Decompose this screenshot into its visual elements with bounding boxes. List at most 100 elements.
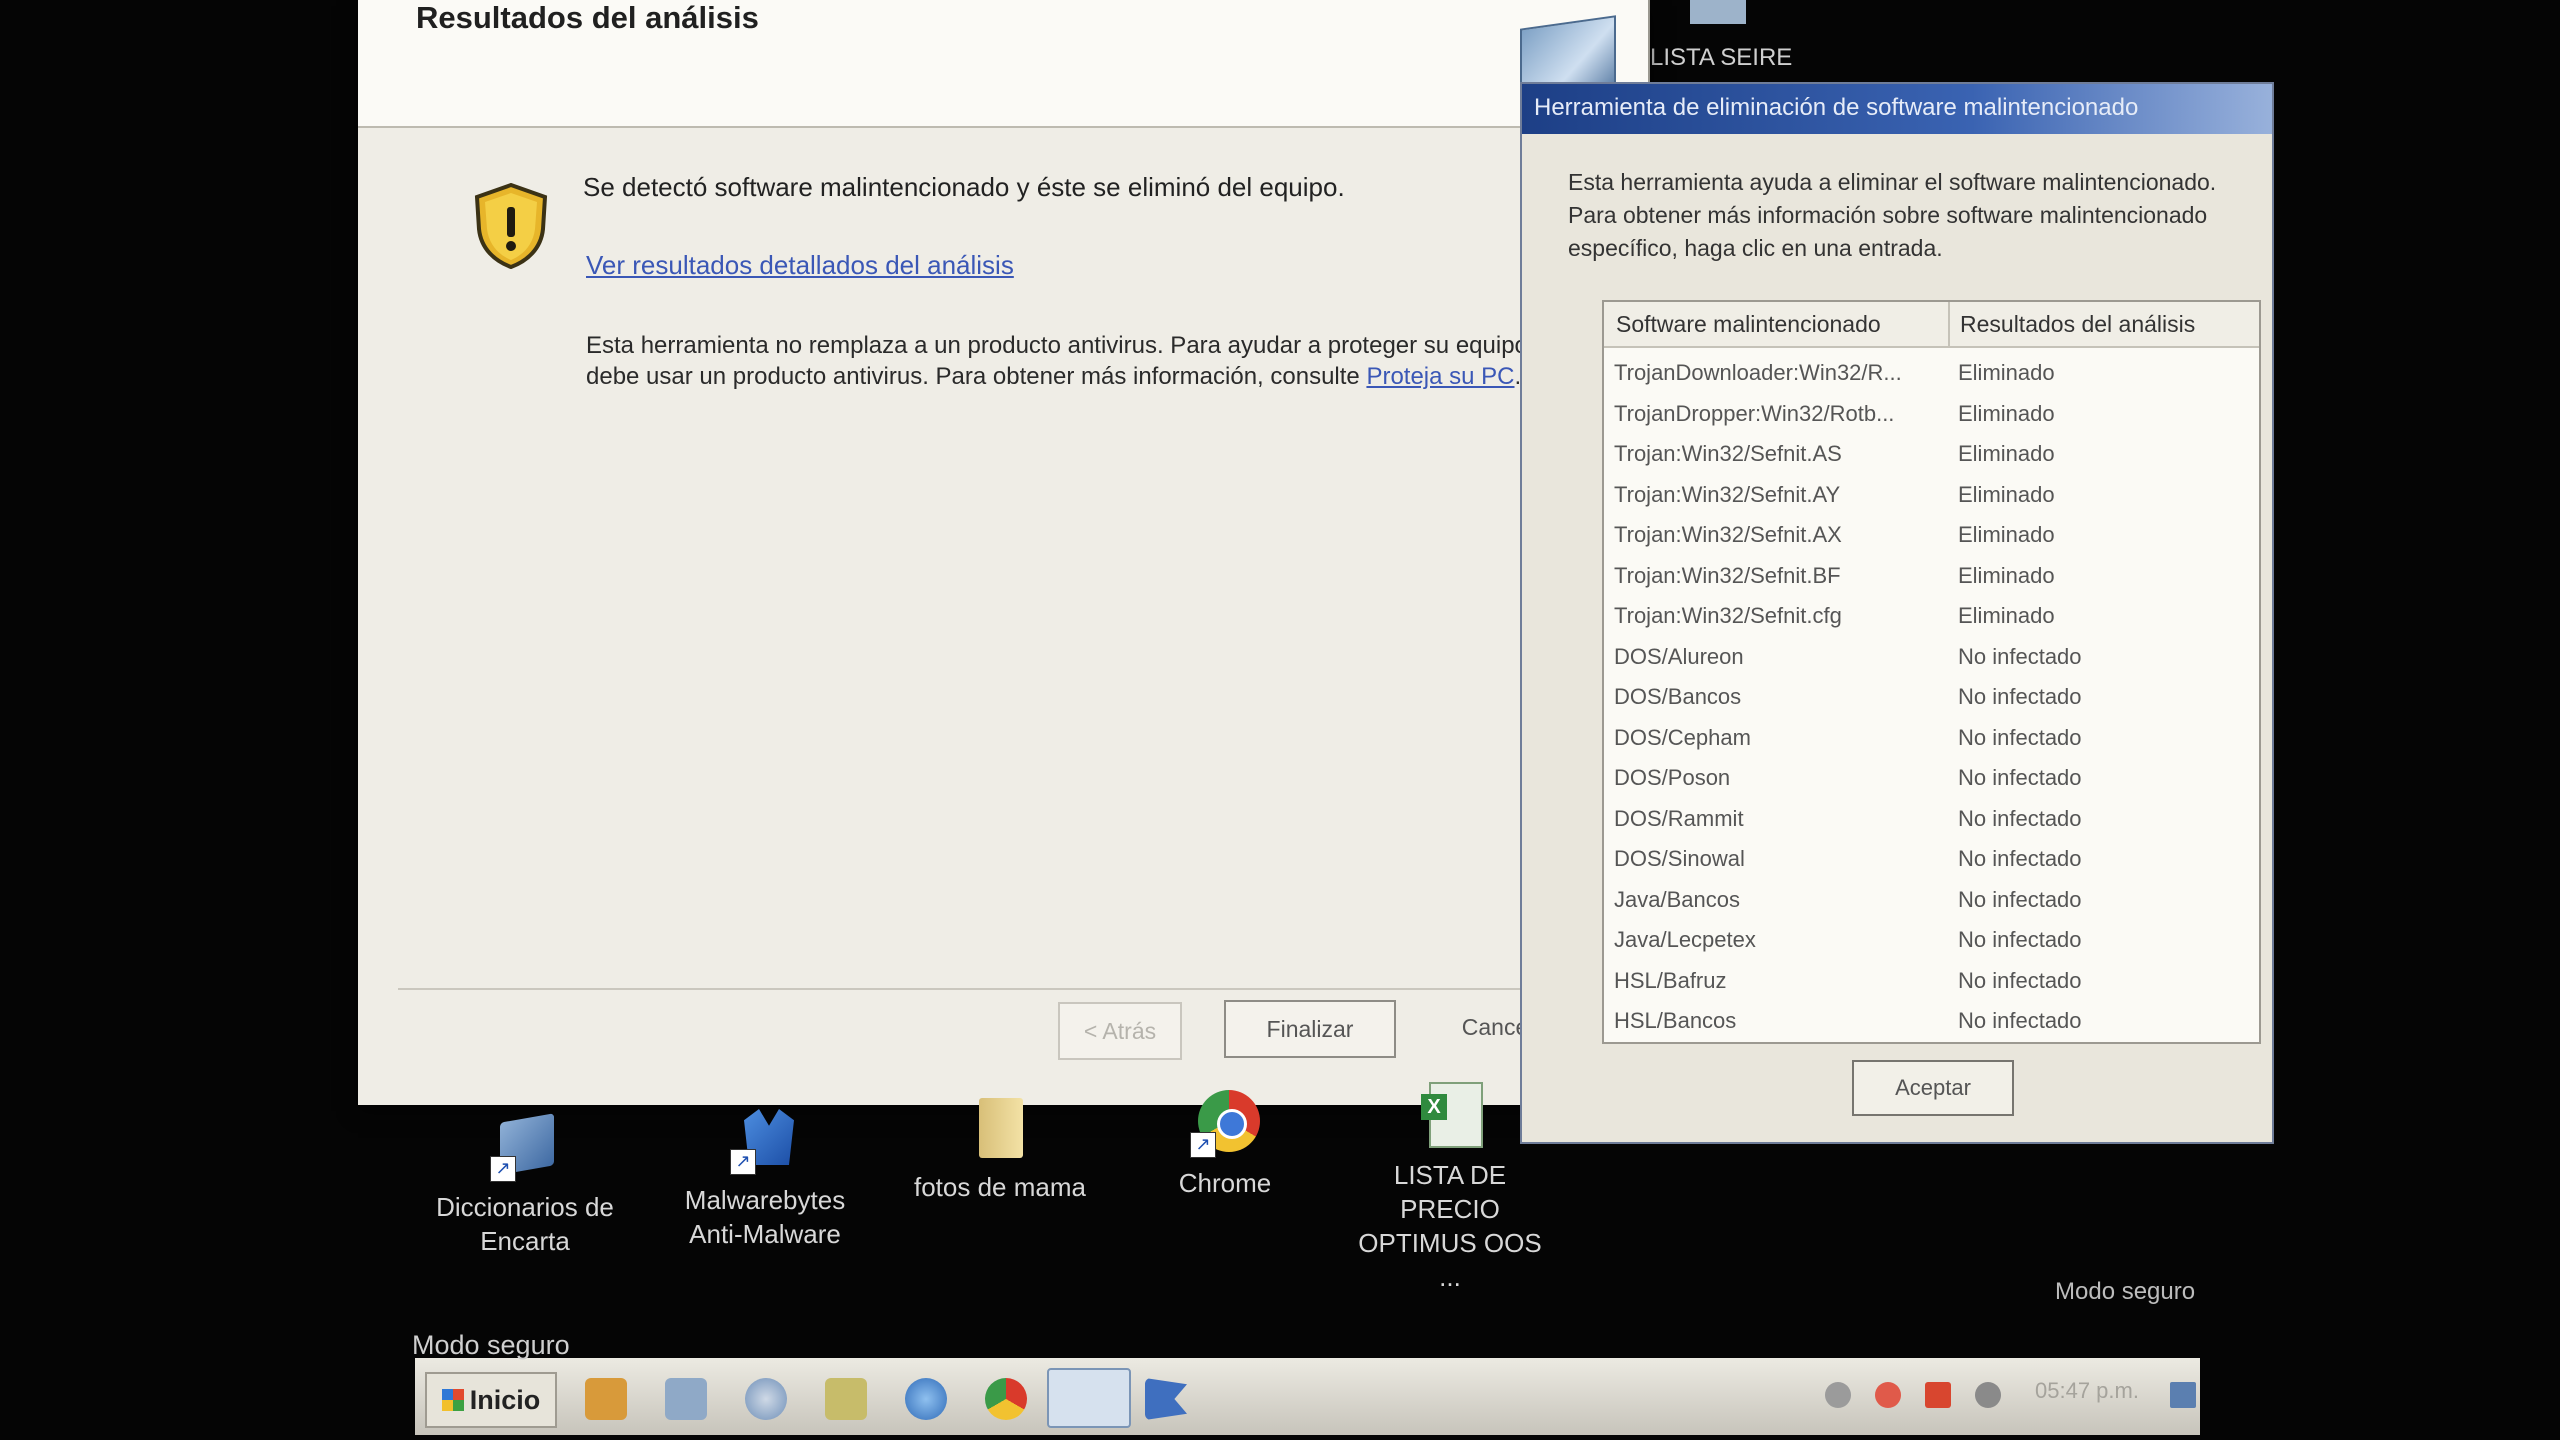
list-item[interactable]: DOS/Rammit No infectado [1604,798,2259,838]
tray-security-icon[interactable] [1875,1382,1901,1408]
excel-file-icon: X [1415,1080,1485,1150]
active-window-taskbar-button[interactable] [1047,1368,1131,1428]
scan-result: No infectado [1958,724,2082,750]
malware-name: Trojan:Win32/Sefnit.AX [1614,522,1842,547]
clock[interactable]: 05:47 p.m. [2035,1378,2139,1404]
desktop-icon-encarta[interactable]: ↗ Diccionarios de Encarta [420,1112,630,1258]
show-desktop-icon[interactable] [2170,1382,2196,1408]
start-button[interactable]: Inicio [425,1372,557,1428]
antivirus-disclaimer: Esta herramienta no remplaza a un produc… [586,332,1535,390]
scan-result: No infectado [1958,1008,2082,1033]
protect-pc-link[interactable]: Proteja su PC [1366,363,1514,390]
scan-result: No infectado [1958,684,2082,709]
scan-result: No infectado [1958,846,2082,871]
tray-alert-icon[interactable] [1925,1382,1951,1408]
desktop-icon-malwarebytes[interactable]: ↗ Malwarebytes Anti-Malware [660,1105,870,1251]
malware-name: TrojanDropper:Win32/Rotb... [1614,400,1895,426]
malware-name: TrojanDownloader:Win32/R... [1614,360,1902,385]
list-item[interactable]: Trojan:Win32/Sefnit.AY Eliminado [1604,474,2259,514]
list-item[interactable]: DOS/Alureon No infectado [1604,636,2259,676]
tray-arrow-icon[interactable] [1825,1382,1851,1408]
desktop-icon-label: Encarta [480,1226,570,1256]
scan-result: No infectado [1958,967,2082,993]
scan-result: No infectado [1958,765,2082,790]
list-item[interactable]: HSL/Bancos No infectado [1604,1000,2259,1040]
list-item[interactable]: Trojan:Win32/Sefnit.cfg Eliminado [1604,595,2259,635]
desktop-icon-top-label: LISTA SEIRE [1650,44,1793,71]
tray-network-icon[interactable] [1975,1382,2001,1408]
scan-result: No infectado [1958,927,2082,952]
globe-icon[interactable] [745,1378,787,1420]
desktop-icon-label: Anti-Malware [689,1219,841,1249]
desktop-icon-label: Chrome [1178,1168,1272,1198]
desktop-icon-fotos-de-mama[interactable]: fotos de mama [895,1092,1105,1204]
list-item[interactable]: Trojan:Win32/Sefnit.BF Eliminado [1604,555,2259,595]
chrome-taskbar-icon[interactable] [985,1378,1027,1420]
malware-name: HSL/Bafruz [1614,967,1727,993]
list-header: Software malintencionado Resultados del … [1604,302,2259,348]
scan-result: Eliminado [1958,360,2055,385]
desktop-icon-label: Malwarebytes [684,1185,846,1215]
desktop-icon-lista-de-precio[interactable]: X LISTA DE PRECIO OPTIMUS OOS ... [1345,1080,1555,1294]
scan-result: No infectado [1958,643,2082,669]
wizard-divider [398,988,1608,990]
list-item[interactable]: HSL/Bafruz No infectado [1604,960,2259,1000]
wizard-header: Resultados del análisis [358,0,1648,128]
scan-result: Eliminado [1958,562,2055,588]
desktop-icon-top[interactable] [1690,0,1746,24]
malware-name: DOS/Cepham [1614,724,1751,750]
list-item[interactable]: DOS/Poson No infectado [1604,757,2259,797]
desktop-icon-chrome[interactable]: ↗ Chrome [1120,1088,1330,1200]
safe-mode-label-right: Modo seguro [2055,1278,2196,1305]
malware-name: DOS/Bancos [1614,684,1742,709]
desktop-icon-label: Diccionarios de [436,1192,614,1222]
shortcut-arrow-icon: ↗ [490,1156,516,1182]
malware-name: Java/Bancos [1614,886,1740,912]
desktop-icon-label: fotos de mama [914,1172,1086,1202]
explorer-icon[interactable] [665,1378,707,1420]
back-button[interactable]: < Atrás [1058,1002,1182,1060]
results-titlebar[interactable]: Herramienta de eliminación de software m… [1522,84,2272,134]
list-item[interactable]: Java/Bancos No infectado [1604,879,2259,919]
column-header-malware[interactable]: Software malintencionado [1616,311,1881,338]
column-header-results[interactable]: Resultados del análisis [1960,311,2195,338]
scan-result: Eliminado [1958,400,2055,426]
folder-icon [965,1092,1035,1162]
shortcut-arrow-icon: ↗ [1190,1132,1216,1158]
dictionary-icon: ↗ [490,1112,560,1182]
messenger-icon[interactable] [825,1378,867,1420]
desktop-icon-label: OPTIMUS OOS ... [1358,1228,1542,1292]
windows-flag-icon [441,1389,464,1411]
scan-results-wizard: Resultados del análisis Se detectó softw… [358,0,1650,1105]
taskbar: Inicio 05:47 p.m. [415,1310,2200,1435]
list-item[interactable]: TrojanDropper:Win32/Rotb... Eliminado [1604,393,2259,433]
warning-shield-icon [474,183,548,269]
accept-button[interactable]: Aceptar [1852,1060,2014,1116]
scan-result: No infectado [1958,886,2082,912]
column-divider[interactable] [1948,302,1950,346]
list-item[interactable]: Java/Lecpetex No infectado [1604,919,2259,959]
safe-mode-label-left: Modo seguro [412,1330,570,1360]
start-label: Inicio [469,1384,541,1415]
list-item[interactable]: Trojan:Win32/Sefnit.AS Eliminado [1604,433,2259,473]
list-item[interactable]: DOS/Sinowal No infectado [1604,838,2259,878]
malware-results-list[interactable]: Software malintencionado Resultados del … [1602,300,2261,1044]
shortcut-arrow-icon: ↗ [730,1149,756,1175]
malware-name: Trojan:Win32/Sefnit.BF [1614,562,1841,588]
list-item[interactable]: DOS/Bancos No infectado [1604,676,2259,716]
media-player-icon[interactable] [585,1378,627,1420]
finish-button[interactable]: Finalizar [1224,1000,1396,1058]
malware-name: Trojan:Win32/Sefnit.cfg [1614,603,1842,628]
view-detailed-results-link[interactable]: Ver resultados detallados del análisis [586,250,1014,281]
scan-result: Eliminado [1958,481,2055,507]
malware-name: DOS/Alureon [1614,643,1744,669]
list-item[interactable]: DOS/Cepham No infectado [1604,717,2259,757]
malware-name: HSL/Bancos [1614,1008,1737,1033]
malware-name: Java/Lecpetex [1614,927,1756,952]
list-item[interactable]: Trojan:Win32/Sefnit.AX Eliminado [1604,514,2259,554]
list-item[interactable]: TrojanDownloader:Win32/R... Eliminado [1604,352,2259,392]
internet-explorer-icon[interactable] [905,1378,947,1420]
malware-name: DOS/Rammit [1614,805,1744,831]
scan-result: Eliminado [1958,441,2055,466]
scan-result: Eliminado [1958,603,2055,628]
